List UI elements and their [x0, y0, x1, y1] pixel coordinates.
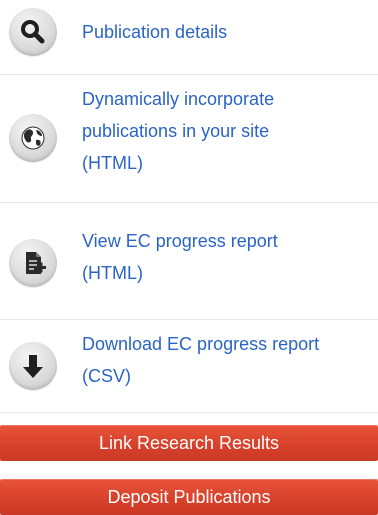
incorporate-publications-link[interactable]: Dynamically incorporate publications in … [0, 75, 378, 202]
view-ec-progress-report-label: View EC progress report (HTML) [82, 231, 278, 283]
divider [0, 412, 378, 413]
incorporate-publications-label: Dynamically incorporate publications in … [82, 89, 275, 173]
download-arrow-icon [9, 342, 57, 390]
link-research-results-button[interactable]: Link Research Results [0, 425, 378, 461]
download-ec-progress-report-link[interactable]: Download EC progress report (CSV) [0, 320, 378, 412]
download-ec-progress-report-label: Download EC progress report (CSV) [82, 334, 320, 386]
search-icon [9, 8, 57, 56]
publication-actions-panel: Publication details Dynamically incorpor… [0, 0, 378, 515]
globe-icon [9, 114, 57, 162]
document-add-icon [9, 239, 57, 287]
publication-details-link[interactable]: Publication details [0, 0, 378, 74]
publication-details-label: Publication details [82, 22, 228, 42]
view-ec-progress-report-link[interactable]: View EC progress report (HTML) [0, 203, 378, 319]
